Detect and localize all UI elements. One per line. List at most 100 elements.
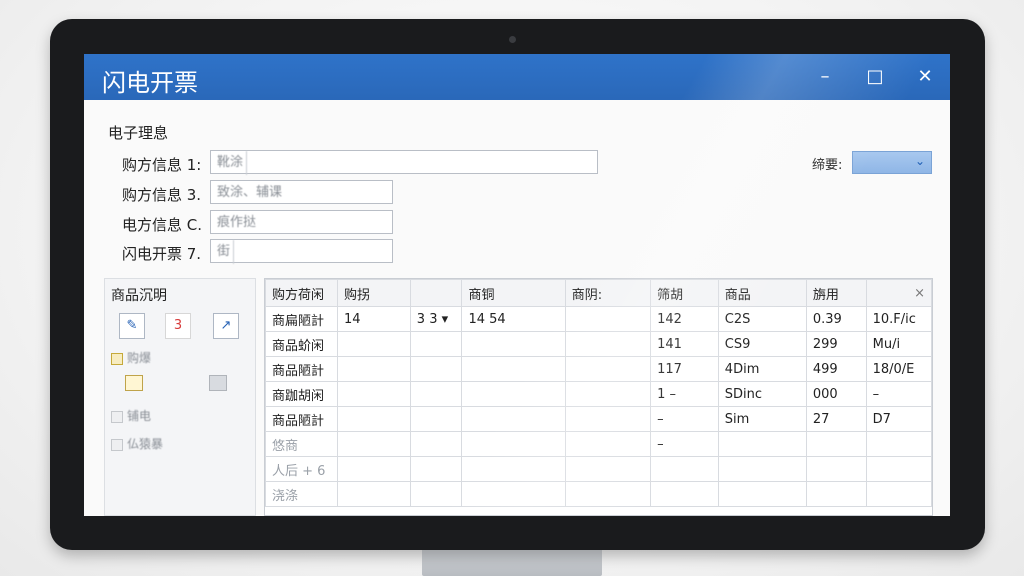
edit-tool-button[interactable]: ✎ <box>119 313 145 339</box>
table-cell[interactable]: 商跏胡闲 <box>265 381 338 407</box>
table-row[interactable]: 悠商 – <box>265 431 932 457</box>
table-cell[interactable]: SDinc <box>717 381 807 407</box>
table-cell[interactable] <box>564 331 652 357</box>
table-cell[interactable]: 27 <box>805 406 867 432</box>
table-cell[interactable] <box>564 431 652 457</box>
table-cell[interactable]: 141 <box>650 331 719 357</box>
table-cell[interactable]: 499 <box>805 356 867 382</box>
table-cell[interactable]: 14 <box>336 306 411 332</box>
table-cell[interactable] <box>564 381 652 407</box>
table-cell[interactable] <box>461 356 566 382</box>
table-cell[interactable]: 商品蚧闲 <box>265 331 338 357</box>
table-cell[interactable] <box>865 431 932 457</box>
table-cell[interactable] <box>865 456 932 482</box>
table-cell[interactable]: C2S <box>717 306 807 332</box>
invoice-info-input[interactable]: 街 <box>210 239 393 264</box>
table-cell[interactable]: 商品陋計 <box>265 356 338 382</box>
column-header[interactable]: 商阴: <box>564 279 652 307</box>
image-icon[interactable] <box>209 375 227 391</box>
table-cell[interactable] <box>717 481 807 507</box>
table-cell[interactable] <box>461 406 566 432</box>
table-cell[interactable] <box>805 481 867 507</box>
table-cell[interactable]: – <box>650 406 719 432</box>
table-cell[interactable]: 3 3 ▾ <box>409 306 463 332</box>
table-row[interactable]: 商品陋計 117 4Dim 499 18/0/E <box>265 356 932 382</box>
table-cell[interactable] <box>336 356 411 382</box>
table-cell[interactable] <box>564 481 652 507</box>
table-cell[interactable]: 商品陋計 <box>265 406 338 432</box>
column-close-icon[interactable]: × <box>865 279 932 307</box>
table-cell[interactable] <box>461 331 566 357</box>
minimize-icon[interactable]: – <box>812 64 838 90</box>
table-cell[interactable] <box>409 481 463 507</box>
column-header[interactable]: 旃用 <box>805 279 867 307</box>
folder-icon[interactable] <box>125 375 143 391</box>
column-header[interactable]: 商品 <box>717 279 807 307</box>
table-cell[interactable]: CS9 <box>717 331 807 357</box>
column-header[interactable]: 购方荷闲 <box>265 279 338 307</box>
table-cell[interactable] <box>409 431 463 457</box>
table-cell[interactable]: 14 54 <box>461 306 566 332</box>
table-cell[interactable]: Sim <box>717 406 807 432</box>
checkbox[interactable] <box>111 438 123 451</box>
seller-info-input[interactable]: 痕作挞 <box>210 210 393 234</box>
table-row[interactable]: 商跏胡闲 1 – SDinc 000– <box>265 381 932 407</box>
table-cell[interactable] <box>409 406 463 432</box>
table-cell[interactable]: 000 <box>805 381 867 407</box>
table-cell[interactable] <box>717 456 807 482</box>
table-cell[interactable]: 商扁陋計 <box>265 306 338 332</box>
table-cell[interactable]: 117 <box>650 356 719 382</box>
table-cell[interactable] <box>805 431 867 457</box>
table-cell[interactable]: 4Dim <box>717 356 807 382</box>
table-cell[interactable] <box>461 481 566 507</box>
table-cell[interactable] <box>409 356 463 382</box>
table-row[interactable]: 人后 + 6 <box>265 456 932 482</box>
table-cell[interactable] <box>409 331 463 357</box>
table-cell[interactable] <box>717 431 807 457</box>
table-cell[interactable] <box>461 431 566 457</box>
table-cell[interactable]: 人后 + 6 <box>265 456 338 482</box>
summary-dropdown[interactable]: ⌄ <box>852 151 932 174</box>
table-cell[interactable] <box>564 306 652 332</box>
table-cell[interactable]: D7 <box>865 406 932 432</box>
checkbox[interactable] <box>111 410 123 423</box>
column-header[interactable]: 商铜 <box>461 279 566 307</box>
table-cell[interactable]: 18/0/E <box>865 356 932 382</box>
table-cell[interactable] <box>409 456 463 482</box>
table-cell[interactable] <box>461 381 566 407</box>
table-cell[interactable] <box>564 406 652 432</box>
export-tool-button[interactable]: ↗ <box>213 313 239 339</box>
table-cell[interactable]: 0.39 <box>805 306 867 332</box>
table-cell[interactable] <box>865 481 932 507</box>
column-header[interactable]: 筛胡 <box>650 279 719 307</box>
table-cell[interactable]: 10.F/ic <box>865 306 932 332</box>
table-row[interactable]: 商品蚧闲 141 CS9 299 Mu/i <box>265 331 932 357</box>
table-cell[interactable] <box>409 381 463 407</box>
table-cell[interactable]: 悠商 <box>265 431 338 457</box>
checkbox[interactable] <box>111 352 123 365</box>
checkbox-row[interactable]: 购爆 <box>111 349 151 366</box>
checkbox-row[interactable]: 仏猿暴 <box>111 435 163 452</box>
title-bar[interactable]: 闪电开票 – □ ✕ <box>84 54 950 100</box>
table-cell[interactable]: Mu/i <box>865 331 932 357</box>
import-tool-button[interactable]: 3 <box>165 313 191 339</box>
table-cell[interactable] <box>336 331 411 357</box>
close-icon[interactable]: ✕ <box>912 64 938 90</box>
table-cell[interactable]: – <box>865 381 932 407</box>
table-cell[interactable] <box>336 381 411 407</box>
table-cell[interactable]: 299 <box>805 331 867 357</box>
table-cell[interactable] <box>564 456 652 482</box>
buyer-info-3-input[interactable]: 致涂、辅课 <box>210 180 393 204</box>
column-header[interactable]: 购拐 <box>336 279 411 307</box>
table-cell[interactable] <box>650 456 719 482</box>
table-cell[interactable] <box>336 481 411 507</box>
table-cell[interactable] <box>336 431 411 457</box>
table-cell[interactable]: – <box>650 431 719 457</box>
maximize-icon[interactable]: □ <box>862 64 888 90</box>
checkbox-row[interactable]: 铺电 <box>111 407 151 424</box>
table-cell[interactable]: 142 <box>650 306 719 332</box>
buyer-info-1-input[interactable]: 靴涂 <box>210 150 598 175</box>
table-cell[interactable] <box>336 406 411 432</box>
column-header[interactable] <box>409 279 463 307</box>
table-cell[interactable] <box>650 481 719 507</box>
